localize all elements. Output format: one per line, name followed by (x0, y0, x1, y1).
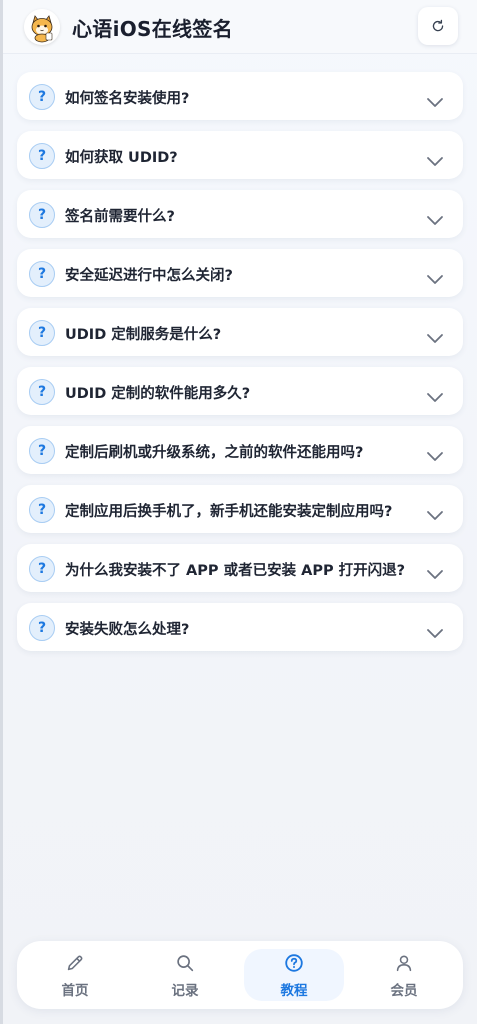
faq-item[interactable]: ? 安装失败怎么处理? (17, 603, 463, 651)
faq-question: UDID 定制的软件能用多久? (65, 386, 251, 402)
faq-question: 安装失败怎么处理? (65, 622, 190, 638)
bottom-nav: 首页 记录 教程 会员 (17, 941, 463, 1009)
faq-question: 安全延迟进行中怎么关闭? (65, 268, 233, 284)
chevron-down-icon (427, 511, 443, 520)
chevron-down-icon (427, 570, 443, 579)
chevron-down-icon (427, 452, 443, 461)
chevron-down-icon (427, 334, 443, 343)
nav-item-tutorial[interactable]: 教程 (244, 941, 344, 1009)
window-left-edge (0, 0, 3, 1024)
question-badge-icon: ? (29, 202, 55, 228)
nav-label: 记录 (171, 982, 199, 999)
cat-mascot-icon (24, 9, 60, 45)
faq-question: 如何签名安装使用? (65, 91, 190, 107)
faq-item[interactable]: ? 定制后刷机或升级系统，之前的软件还能用吗? (17, 426, 463, 474)
refresh-icon (432, 19, 444, 32)
question-badge-icon: ? (29, 84, 55, 110)
search-icon (177, 954, 194, 971)
faq-question: 如何获取 UDID? (65, 150, 178, 166)
chevron-down-icon (427, 216, 443, 225)
nav-label: 会员 (390, 982, 418, 999)
nav-item-records[interactable]: 记录 (135, 941, 235, 1009)
nav-label: 首页 (61, 982, 89, 999)
question-badge-icon: ? (29, 497, 55, 523)
app-header: 心语iOS在线签名 (3, 0, 477, 54)
nav-label: 教程 (280, 982, 308, 999)
faq-item[interactable]: ? UDID 定制的软件能用多久? (17, 367, 463, 415)
faq-item[interactable]: ? 为什么我安装不了 APP 或者已安装 APP 打开闪退? (17, 544, 463, 592)
pencil-icon (67, 955, 83, 970)
faq-item[interactable]: ? 签名前需要什么? (17, 190, 463, 238)
question-badge-icon: ? (29, 320, 55, 346)
faq-item[interactable]: ? 安全延迟进行中怎么关闭? (17, 249, 463, 297)
faq-question: 定制应用后换手机了，新手机还能安装定制应用吗? (65, 504, 393, 520)
faq-item[interactable]: ? UDID 定制服务是什么? (17, 308, 463, 356)
question-badge-icon: ? (29, 261, 55, 287)
question-badge-icon: ? (29, 379, 55, 405)
chevron-down-icon (427, 393, 443, 402)
faq-item[interactable]: ? 定制应用后换手机了，新手机还能安装定制应用吗? (17, 485, 463, 533)
chevron-down-icon (427, 98, 443, 107)
nav-item-home[interactable]: 首页 (25, 941, 125, 1009)
faq-question: UDID 定制服务是什么? (65, 327, 222, 343)
chevron-down-icon (427, 157, 443, 166)
nav-item-member[interactable]: 会员 (354, 941, 454, 1009)
user-icon (396, 955, 412, 971)
refresh-button[interactable] (418, 7, 458, 45)
question-badge-icon: ? (29, 556, 55, 582)
faq-question: 签名前需要什么? (65, 209, 175, 225)
question-badge-icon: ? (29, 438, 55, 464)
faq-list: ? 如何签名安装使用? ? 如何获取 UDID? ? 签名前需要什么? ? 安全… (17, 72, 463, 662)
faq-question: 定制后刷机或升级系统，之前的软件还能用吗? (65, 445, 364, 461)
faq-item[interactable]: ? 如何获取 UDID? (17, 131, 463, 179)
question-badge-icon: ? (29, 615, 55, 641)
chevron-down-icon (427, 275, 443, 284)
faq-item[interactable]: ? 如何签名安装使用? (17, 72, 463, 120)
help-circle-icon (285, 953, 303, 972)
faq-question: 为什么我安装不了 APP 或者已安装 APP 打开闪退? (65, 563, 406, 579)
chevron-down-icon (427, 629, 443, 638)
app-title: 心语iOS在线签名 (72, 17, 233, 41)
question-badge-icon: ? (29, 143, 55, 169)
